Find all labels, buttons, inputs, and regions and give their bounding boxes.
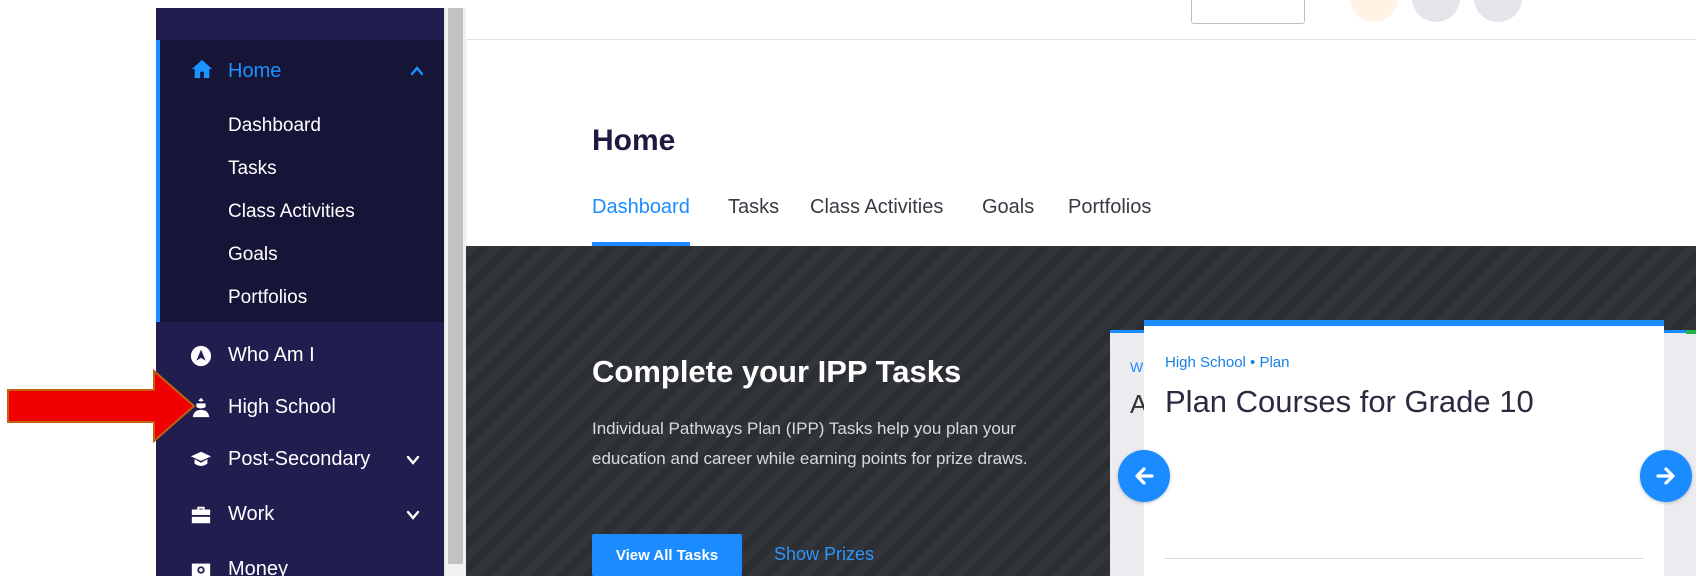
sidebar-item-money[interactable]: Money [156, 548, 444, 576]
carousel-next-button[interactable] [1640, 450, 1692, 502]
view-all-tasks-button[interactable]: View All Tasks [592, 534, 742, 576]
sidebar-subitem-portfolios[interactable]: Portfolios [228, 287, 307, 309]
sidebar-item-post-secondary[interactable]: Post-Secondary [156, 438, 444, 482]
tab-goals[interactable]: Goals [982, 196, 1034, 246]
sidebar-item-label: Work [228, 503, 275, 525]
chevron-down-icon[interactable] [406, 508, 420, 522]
annotation-arrow [7, 368, 196, 444]
sidebar-scrollbar[interactable] [444, 8, 467, 576]
sidebar-subitem-tasks[interactable]: Tasks [228, 158, 277, 180]
sidebar-home-group: Home Dashboard Tasks Class Activities Go… [156, 40, 444, 322]
ipp-tasks-banner: Complete your IPP Tasks Individual Pathw… [466, 246, 1696, 576]
chevron-down-icon[interactable] [406, 453, 420, 467]
money-icon [191, 563, 211, 576]
sidebar-item-work[interactable]: Work [156, 493, 444, 537]
banner-description: Individual Pathways Plan (IPP) Tasks hel… [592, 419, 1028, 468]
sidebar-subitem-goals[interactable]: Goals [228, 244, 278, 266]
card-accent-edge [1686, 330, 1696, 334]
carousel-prev-button[interactable] [1118, 450, 1170, 502]
sidebar: Home Dashboard Tasks Class Activities Go… [156, 8, 444, 576]
home-icon [191, 59, 213, 79]
task-card[interactable]: High School • Plan Plan Courses for Grad… [1144, 320, 1664, 576]
card-kicker-peek: W [1130, 359, 1144, 375]
sidebar-item-label: Money [228, 558, 289, 576]
compass-icon [190, 345, 212, 367]
sidebar-top [156, 8, 444, 40]
sidebar-subitem-class-activities[interactable]: Class Activities [228, 201, 355, 223]
sidebar-subitem-dashboard[interactable]: Dashboard [228, 115, 321, 137]
sidebar-item-label: Who Am I [228, 344, 315, 366]
tab-class-activities[interactable]: Class Activities [810, 196, 943, 246]
sidebar-item-label: High School [228, 396, 336, 418]
graduation-cap-icon [190, 451, 212, 466]
card-title: Plan Courses for Grade 10 [1165, 384, 1534, 419]
sidebar-item-label: Home [228, 60, 282, 82]
banner-title: Complete your IPP Tasks [592, 354, 962, 389]
tab-portfolios[interactable]: Portfolios [1068, 196, 1151, 246]
top-dropdown[interactable] [1191, 0, 1305, 24]
card-divider [1164, 558, 1644, 559]
sidebar-item-high-school[interactable]: High School [156, 386, 444, 430]
sidebar-item-who-am-i[interactable]: Who Am I [156, 334, 444, 378]
tab-tasks[interactable]: Tasks [728, 196, 779, 246]
sidebar-item-label: Post-Secondary [228, 448, 371, 470]
top-bar [466, 0, 1696, 40]
sidebar-item-home[interactable]: Home [160, 40, 444, 106]
arrow-right-icon [1656, 467, 1675, 485]
tab-dashboard[interactable]: Dashboard [592, 196, 690, 246]
page-title: Home [592, 124, 676, 157]
avatar[interactable] [1412, 0, 1460, 22]
card-kicker: High School • Plan [1165, 354, 1290, 371]
show-prizes-link[interactable]: Show Prizes [774, 544, 874, 565]
briefcase-icon [191, 506, 211, 524]
avatar[interactable] [1474, 0, 1522, 22]
chevron-up-icon[interactable] [410, 64, 424, 78]
avatar[interactable] [1350, 0, 1398, 22]
arrow-left-icon [1135, 467, 1154, 485]
scrollbar-thumb[interactable] [448, 8, 463, 564]
